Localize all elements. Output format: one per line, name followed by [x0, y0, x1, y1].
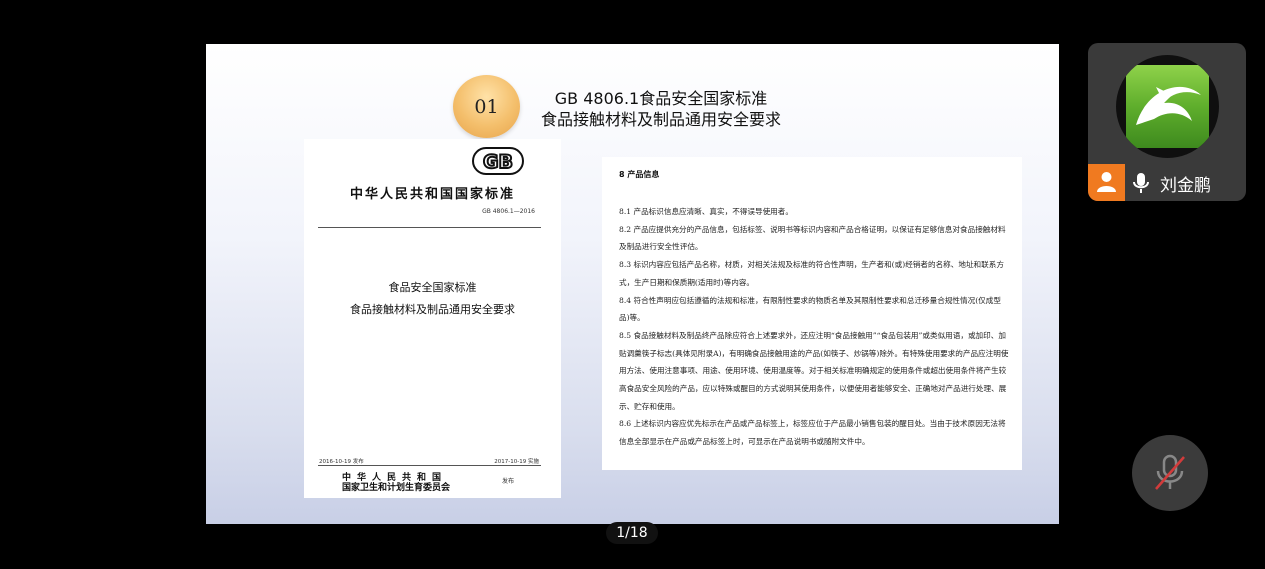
cover-publish-date: 2016-10-19 发布: [319, 459, 364, 465]
host-icon: [1088, 164, 1125, 201]
excerpt-paragraph: 8.4 符合性声明应包括遵循的法规和标准，有限制性要求的物质名单及其限制性要求和…: [619, 295, 1001, 323]
svg-text:GB: GB: [483, 151, 513, 173]
excerpt-section-heading: 8 产品信息: [619, 170, 660, 179]
cover-subtitle: 食品接触材料及制品通用安全要求: [350, 303, 515, 316]
slide-title-line2: 食品接触材料及制品通用安全要求: [540, 110, 781, 129]
section-badge: 01: [453, 75, 520, 138]
standard-cover-page: GB 中华人民共和国国家标准 GB 4806.1—2016 食品安全国家标准 食…: [304, 139, 561, 498]
cover-implement-date: 2017-10-19 实施: [494, 459, 539, 465]
cover-country: 中华人民共和国国家标准: [349, 187, 515, 202]
gb-logo-icon: GB: [472, 147, 524, 175]
microphone-muted-icon: [1155, 454, 1185, 490]
participant-video-tile[interactable]: 刘金鹏: [1088, 43, 1246, 201]
dolphin-browser-logo-icon: [1126, 65, 1209, 148]
page-indicator: 1/18: [606, 522, 658, 544]
excerpt-paragraph: 8.3 标识内容应包括产品名称，材质，对相关法规及标准的符合性声明，生产者和(或…: [619, 260, 1004, 287]
slide-title-line1: GB 4806.1食品安全国家标准: [554, 89, 768, 108]
microphone-icon: [1133, 173, 1149, 193]
cover-publish-label: 发布: [502, 478, 515, 485]
cover-issuer-line2: 国家卫生和计划生育委员会: [342, 483, 451, 493]
excerpt-paragraph: 8.1 产品标识信息应清晰、真实，不得误导使用者。: [619, 207, 793, 216]
participant-name-bar: 刘金鹏: [1088, 164, 1224, 201]
participant-name: 刘金鹏: [1160, 176, 1211, 196]
participant-avatar: [1116, 55, 1219, 158]
divider: [318, 227, 541, 228]
excerpt-paragraph: 8.5 食品接触材料及制品终产品除应符合上述要求外，还应注明“食品接触用”“食品…: [619, 330, 1009, 411]
excerpt-paragraph: 8.6 上述标识内容应优先标示在产品或产品标签上，标签应位于产品最小销售包装的醒…: [619, 419, 1006, 447]
standard-excerpt-page: 8 产品信息 8.1 产品标识信息应清晰、真实，不得误导使用者。 8.2 产品应…: [602, 157, 1022, 470]
slide-title: GB 4806.1食品安全国家标准 食品接触材料及制品通用安全要求: [516, 88, 806, 130]
cover-title: 食品安全国家标准: [388, 281, 477, 294]
divider: [318, 465, 541, 466]
excerpt-body: 8.1 产品标识信息应清晰、真实，不得误导使用者。 8.2 产品应提供充分的产品…: [619, 203, 1011, 451]
excerpt-paragraph: 8.2 产品应提供充分的产品信息，包括标签、说明书等标识内容和产品合格证明，以保…: [619, 224, 1006, 252]
shared-slide: 01 GB 4806.1食品安全国家标准 食品接触材料及制品通用安全要求 GB …: [206, 44, 1059, 524]
cover-standard-number: GB 4806.1—2016: [482, 208, 535, 215]
mute-toggle-button[interactable]: [1132, 435, 1208, 511]
